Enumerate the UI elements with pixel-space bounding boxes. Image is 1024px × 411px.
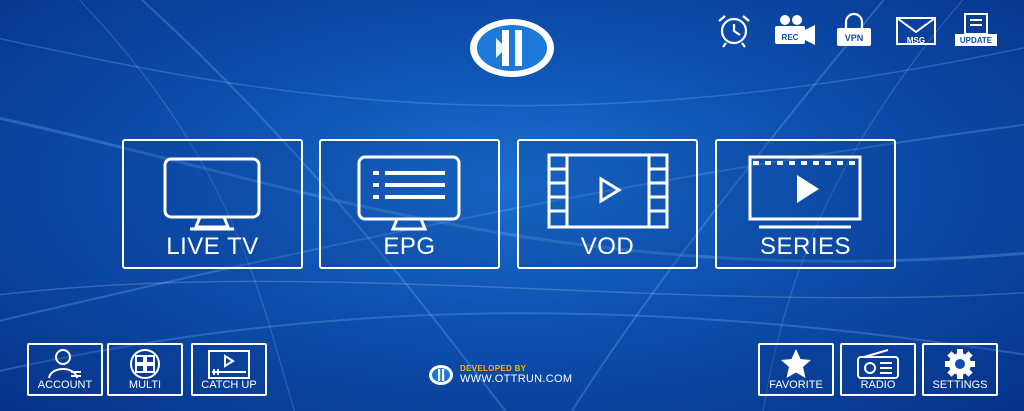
catch-up-button[interactable]: CATCH UP xyxy=(191,343,267,396)
series-label: SERIES xyxy=(759,233,852,260)
film-strip-icon xyxy=(547,153,669,229)
radio-button[interactable]: RADIO xyxy=(840,343,916,396)
catch-up-icon xyxy=(208,350,250,379)
account-label: ACCOUNT xyxy=(37,379,93,391)
epg-label: EPG xyxy=(383,233,436,260)
tv-icon xyxy=(163,157,261,231)
radio-label: RADIO xyxy=(860,379,896,391)
series-play-icon xyxy=(748,155,862,229)
live-tv-tile[interactable]: LIVE TV xyxy=(122,139,303,269)
account-button[interactable]: ACCOUNT xyxy=(27,343,103,396)
developed-by-text: DEVELOPED BY xyxy=(460,364,527,373)
favorite-label: FAVORITE xyxy=(769,379,823,391)
vpn-lock-icon[interactable]: VPN xyxy=(831,12,877,48)
account-user-icon xyxy=(48,349,81,379)
alarm-clock-icon[interactable] xyxy=(711,12,757,48)
vod-label: VOD xyxy=(580,233,635,260)
epg-tile[interactable]: EPG xyxy=(319,139,500,269)
update-icon-label: UPDATE xyxy=(960,36,993,45)
app-logo xyxy=(470,19,554,77)
star-icon xyxy=(781,349,811,378)
developer-logo-icon xyxy=(429,365,453,385)
catch-up-label: CATCH UP xyxy=(201,379,257,391)
live-tv-label: LIVE TV xyxy=(166,233,259,260)
favorite-button[interactable]: FAVORITE xyxy=(758,343,834,396)
vpn-icon-label: VPN xyxy=(845,33,864,43)
settings-button[interactable]: SETTINGS xyxy=(922,343,998,396)
series-tile[interactable]: SERIES xyxy=(715,139,896,269)
vod-tile[interactable]: VOD xyxy=(517,139,698,269)
rec-icon-label: REC xyxy=(782,33,799,42)
developer-url-link[interactable]: WWW.OTTRUN.COM xyxy=(460,373,572,385)
msg-icon-label: MSG xyxy=(907,36,925,45)
gear-icon xyxy=(945,349,975,379)
record-camera-icon[interactable]: REC xyxy=(771,12,817,48)
message-envelope-icon[interactable]: MSG xyxy=(893,12,939,48)
multi-screen-icon xyxy=(130,349,160,379)
epg-guide-icon xyxy=(357,155,461,231)
settings-label: SETTINGS xyxy=(932,379,988,391)
multi-button[interactable]: MULTI xyxy=(107,343,183,396)
radio-icon xyxy=(857,349,899,379)
update-icon[interactable]: UPDATE xyxy=(953,12,999,48)
multi-label: MULTI xyxy=(128,379,162,391)
